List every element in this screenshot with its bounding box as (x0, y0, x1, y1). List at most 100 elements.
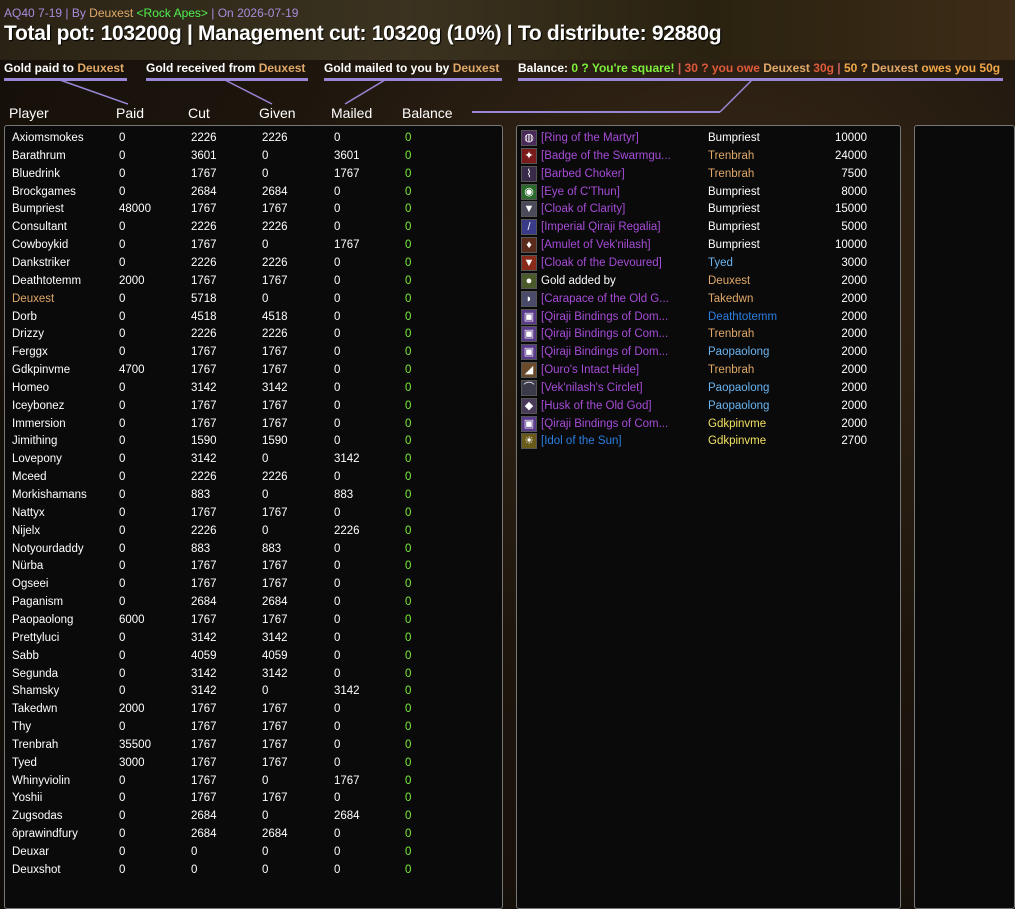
cell-mailed: 2226 (334, 524, 360, 537)
loot-row[interactable]: ⌇ [Barbed Choker] Trenbrah 7500 (517, 165, 897, 183)
loot-row[interactable]: ◆ [Husk of the Old God] Paopaolong 2000 (517, 397, 897, 415)
table-row[interactable]: Cowboykid 0 1767 0 1767 0 (5, 236, 500, 254)
table-row[interactable]: Bluedrink 0 1767 0 1767 0 (5, 165, 500, 183)
loot-row[interactable]: / [Imperial Qiraji Regalia] Bumpriest 5000 (517, 218, 897, 236)
table-row[interactable]: Whinyviolin 0 1767 0 1767 0 (5, 772, 500, 790)
loot-row[interactable]: ☀ [Idol of the Sun] Gdkpinvme 2700 (517, 432, 897, 450)
item-link[interactable]: [Cloak of Clarity] (541, 200, 701, 218)
loot-row[interactable]: ⌒ [Vek'nilash's Circlet] Paopaolong 2000 (517, 379, 897, 397)
cell-mailed: 0 (334, 328, 341, 341)
cell-name: Homeo (12, 381, 50, 394)
item-link[interactable]: [Qiraji Bindings of Com... (541, 415, 701, 433)
item-link[interactable]: [Qiraji Bindings of Dom... (541, 343, 701, 361)
table-row[interactable]: Immersion 0 1767 1767 0 0 (5, 415, 500, 433)
loot-row[interactable]: ◗ [Carapace of the Old G... Takedwn 2000 (517, 290, 897, 308)
table-row[interactable]: Gdkpinvme 4700 1767 1767 0 0 (5, 361, 500, 379)
table-row[interactable]: Tyed 3000 1767 1767 0 0 (5, 754, 500, 772)
table-row[interactable]: Iceybonez 0 1767 1767 0 0 (5, 397, 500, 415)
cell-cut: 2684 (191, 810, 217, 823)
table-row[interactable]: Shamsky 0 3142 0 3142 0 (5, 682, 500, 700)
item-link[interactable]: [Vek'nilash's Circlet] (541, 379, 701, 397)
loot-row[interactable]: ♦ [Amulet of Vek'nilash] Bumpriest 10000 (517, 236, 897, 254)
legend-connector-lines (59, 79, 753, 113)
item-link[interactable]: [Qiraji Bindings of Com... (541, 325, 701, 343)
cell-paid: 0 (119, 221, 126, 234)
cell-paid: 0 (119, 649, 126, 662)
table-row[interactable]: Bumpriest 48000 1767 1767 0 0 (5, 200, 500, 218)
column-header-balance[interactable]: Balance (402, 105, 453, 121)
husk-icon: ◆ (521, 397, 537, 414)
loot-row[interactable]: ▣ [Qiraji Bindings of Com... Gdkpinvme 2000 (517, 415, 897, 433)
loot-row[interactable]: ▣ [Qiraji Bindings of Dom... Deathtotemm 20… (517, 308, 897, 326)
table-row[interactable]: Yoshii 0 1767 1767 0 0 (5, 789, 500, 807)
loot-row[interactable]: ✦ [Badge of the Swarmgu... Trenbrah 24000 (517, 147, 897, 165)
table-row[interactable]: Ogseei 0 1767 1767 0 0 (5, 575, 500, 593)
item-link[interactable]: [Carapace of the Old G... (541, 290, 701, 308)
cell-cut: 3142 (191, 381, 217, 394)
table-row[interactable]: Homeo 0 3142 3142 0 0 (5, 379, 500, 397)
loot-row[interactable]: ◉ [Eye of C'Thun] Bumpriest 8000 (517, 183, 897, 201)
loot-row[interactable]: ● Gold added by Deuxest 2000 (517, 272, 897, 290)
table-row[interactable]: Notyourdaddy 0 883 883 0 0 (5, 540, 500, 558)
table-row[interactable]: Mceed 0 2226 2226 0 0 (5, 468, 500, 486)
table-row[interactable]: Takedwn 2000 1767 1767 0 0 (5, 700, 500, 718)
table-row[interactable]: Nürba 0 1767 1767 0 0 (5, 557, 500, 575)
cell-cut: 2226 (191, 328, 217, 341)
cell-balance: 0 (405, 203, 412, 216)
loot-row[interactable]: ▼ [Cloak of Clarity] Bumpriest 15000 (517, 200, 897, 218)
item-link[interactable]: [Amulet of Vek'nilash] (541, 236, 701, 254)
table-row[interactable]: Jimithing 0 1590 1590 0 0 (5, 432, 500, 450)
table-row[interactable]: Drizzy 0 2226 2226 0 0 (5, 325, 500, 343)
column-header-cut[interactable]: Cut (188, 105, 210, 121)
loot-winner: Paopaolong (708, 381, 770, 394)
table-row[interactable]: Nattyx 0 1767 1767 0 0 (5, 504, 500, 522)
table-row[interactable]: Ferggx 0 1767 1767 0 0 (5, 343, 500, 361)
table-row[interactable]: Morkishamans 0 883 0 883 0 (5, 486, 500, 504)
table-row[interactable]: Zugsodas 0 2684 0 2684 0 (5, 807, 500, 825)
loot-row[interactable]: ▣ [Qiraji Bindings of Com... Trenbrah 2000 (517, 325, 897, 343)
loot-row[interactable]: ▣ [Qiraji Bindings of Dom... Paopaolong 200… (517, 343, 897, 361)
table-row[interactable]: Prettyluci 0 3142 3142 0 0 (5, 629, 500, 647)
table-row[interactable]: Consultant 0 2226 2226 0 0 (5, 218, 500, 236)
table-row[interactable]: Deuxar 0 0 0 0 0 (5, 843, 500, 861)
item-link[interactable]: [Imperial Qiraji Regalia] (541, 218, 701, 236)
table-row[interactable]: ôprawindfury 0 2684 2684 0 0 (5, 825, 500, 843)
item-link[interactable]: [Badge of the Swarmgu... (541, 147, 701, 165)
item-link[interactable]: [Eye of C'Thun] (541, 183, 701, 201)
table-row[interactable]: Barathrum 0 3601 0 3601 0 (5, 147, 500, 165)
column-header-mailed[interactable]: Mailed (331, 105, 372, 121)
item-link[interactable]: [Qiraji Bindings of Dom... (541, 308, 701, 326)
item-link[interactable]: [Barbed Choker] (541, 165, 701, 183)
table-row[interactable]: Thy 0 1767 1767 0 0 (5, 718, 500, 736)
loot-row[interactable]: ◢ [Ouro's Intact Hide] Trenbrah 2000 (517, 361, 897, 379)
loot-row[interactable]: ▼ [Cloak of the Devoured] Tyed 3000 (517, 254, 897, 272)
item-link[interactable]: [Cloak of the Devoured] (541, 254, 701, 272)
table-row[interactable]: Segunda 0 3142 3142 0 0 (5, 665, 500, 683)
column-header-paid[interactable]: Paid (116, 105, 144, 121)
table-row[interactable]: Dankstriker 0 2226 2226 0 0 (5, 254, 500, 272)
table-row[interactable]: Dorb 0 4518 4518 0 0 (5, 308, 500, 326)
table-row[interactable]: Paopaolong 6000 1767 1767 0 0 (5, 611, 500, 629)
bindings-icon: ▣ (521, 308, 537, 325)
table-row[interactable]: Deathtotemm 2000 1767 1767 0 0 (5, 272, 500, 290)
cell-cut: 3142 (191, 453, 217, 466)
table-row[interactable]: Nijelx 0 2226 0 2226 0 (5, 522, 500, 540)
table-row[interactable]: Axiomsmokes 0 2226 2226 0 0 (5, 129, 500, 147)
table-row[interactable]: Brockgames 0 2684 2684 0 0 (5, 183, 500, 201)
table-row[interactable]: Deuxshot 0 0 0 0 0 (5, 861, 500, 879)
item-link[interactable]: [Idol of the Sun] (541, 432, 701, 450)
table-row[interactable]: Sabb 0 4059 4059 0 0 (5, 647, 500, 665)
cell-name: Whinyviolin (12, 774, 71, 787)
loot-row[interactable]: ◍ [Ring of the Martyr] Bumpriest 10000 (517, 129, 897, 147)
item-link[interactable]: [Ring of the Martyr] (541, 129, 701, 147)
item-link[interactable]: [Husk of the Old God] (541, 397, 701, 415)
table-row[interactable]: Lovepony 0 3142 0 3142 0 (5, 450, 500, 468)
column-header-player[interactable]: Player (9, 105, 49, 121)
column-header-given[interactable]: Given (259, 105, 296, 121)
table-row[interactable]: Trenbrah 35500 1767 1767 0 0 (5, 736, 500, 754)
table-row[interactable]: Deuxest 0 5718 0 0 0 (5, 290, 500, 308)
table-row[interactable]: Paganism 0 2684 2684 0 0 (5, 593, 500, 611)
item-link[interactable]: [Ouro's Intact Hide] (541, 361, 701, 379)
cell-mailed: 0 (334, 863, 341, 876)
loot-price: 2000 (841, 381, 867, 394)
